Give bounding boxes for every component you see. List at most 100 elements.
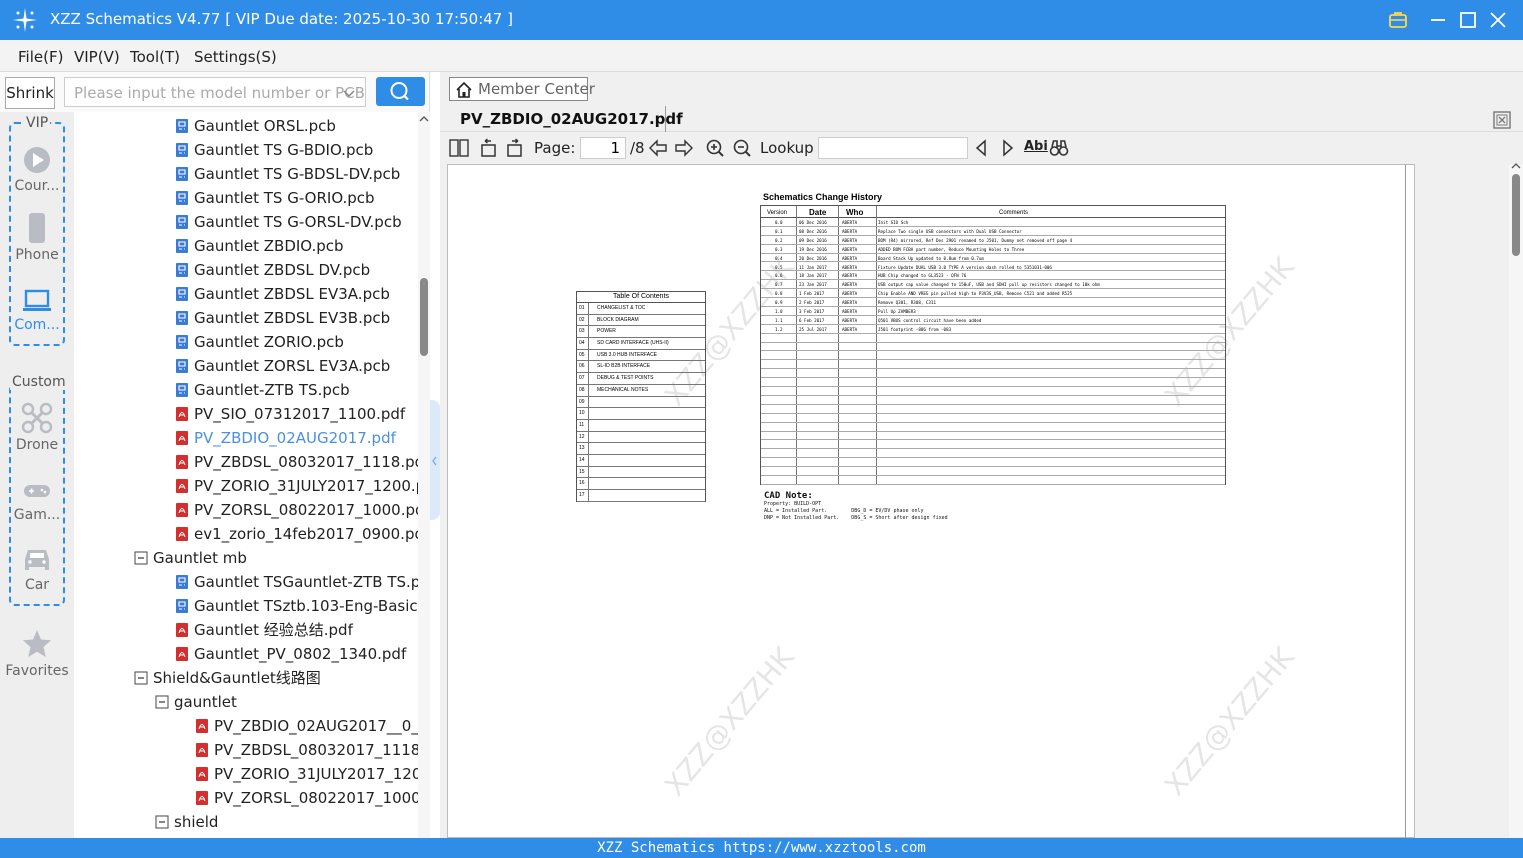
tree-file[interactable]: Gauntlet ORSL.pcb <box>175 114 336 138</box>
search-input[interactable]: Please input the model number or PCB <box>64 77 366 107</box>
category-drone[interactable]: Drone <box>0 402 74 453</box>
collapse-icon[interactable] <box>134 670 148 686</box>
history-row <box>761 467 1225 477</box>
tree-file[interactable]: Gauntlet TS G-BDSL-DV.pcb <box>175 162 400 186</box>
tree-file[interactable]: Gauntlet 经验总结.pdf <box>175 618 353 642</box>
tree-file[interactable]: Gauntlet TSztb.103-Eng-Basic.pcb <box>175 594 418 618</box>
history-cell: ABERTA <box>842 309 858 314</box>
tree-file[interactable]: Gauntlet TS G-ORIO.pcb <box>175 186 375 210</box>
maximize-icon[interactable] <box>1456 8 1480 32</box>
rotate-right-icon[interactable] <box>505 138 525 158</box>
tree-label: PV_ZBDIO_02AUG2017.pdf <box>194 429 396 447</box>
match-case-icon[interactable]: Abi <box>1024 139 1048 154</box>
close-tab-icon[interactable] <box>1493 111 1511 129</box>
tree-file[interactable]: PV_SIO_07312017_1100.pdf <box>175 402 405 426</box>
tree-folder[interactable]: Gauntlet mb <box>134 546 247 570</box>
tree-file[interactable]: PV_ZORIO_31JULY2017_1200.pdf <box>175 474 418 498</box>
tree-file[interactable]: PV_ZORSL_08022017_1000__0_ <box>195 786 418 810</box>
tree-label: shield <box>174 813 219 831</box>
category-courses[interactable]: Cour... <box>0 145 74 194</box>
zoom-out-icon[interactable] <box>732 138 752 158</box>
tree-file[interactable]: PV_ZBDIO_02AUG2017__0_0_0 <box>195 714 418 738</box>
tree-file[interactable]: ev1_zorio_14feb2017_0900.pdf <box>175 522 418 546</box>
panel-splitter[interactable] <box>430 400 440 520</box>
history-row <box>761 441 1225 450</box>
document-tabs: PV_ZBDIO_02AUG2017.pdf <box>440 106 1523 132</box>
tree-file[interactable]: PV_ZBDSL_08032017_1118.pdf <box>175 450 418 474</box>
menu-tool[interactable]: Tool(T) <box>130 48 180 66</box>
category-car[interactable]: Car <box>0 546 74 593</box>
tree-file[interactable]: Gauntlet TS G-ORSL-DV.pcb <box>175 210 402 234</box>
tree-file[interactable]: Gauntlet ZBDSL DV.pcb <box>175 258 370 282</box>
history-row: 0.2 09 Dec 2016 ABERTA BOM (R4) mirrored, R… <box>761 236 1225 245</box>
history-cell: 1.0 <box>775 309 783 314</box>
tree-file[interactable]: Gauntlet ZORSL EV3A.pcb <box>175 354 390 378</box>
tree-folder[interactable]: Shield&Gauntlet线路图 <box>134 666 321 690</box>
laptop-icon <box>23 289 51 311</box>
tree-file[interactable]: Gauntlet ZORIO.pcb <box>175 330 344 354</box>
header-who: Who <box>846 208 864 217</box>
tree-file[interactable]: Gauntlet TSGauntlet-ZTB TS.pcb <box>175 570 418 594</box>
pcb-file-icon <box>176 239 188 253</box>
history-row <box>761 334 1225 343</box>
menu-vip[interactable]: VIP(V) <box>74 48 120 66</box>
menu-settings[interactable]: Settings(S) <box>194 48 277 66</box>
tree-file[interactable]: PV_ZBDSL_08032017_1118__0_ <box>195 738 418 762</box>
tab-document[interactable]: PV_ZBDIO_02AUG2017.pdf <box>450 106 683 132</box>
lookup-input[interactable] <box>818 137 968 159</box>
briefcase-icon[interactable] <box>1386 8 1410 32</box>
toc-number: 17 <box>579 492 585 498</box>
tree-file[interactable]: Gauntlet ZBDSL EV3B.pcb <box>175 306 390 330</box>
history-row <box>761 458 1225 468</box>
close-icon[interactable] <box>1486 8 1510 32</box>
category-phone[interactable]: Phone <box>0 212 74 263</box>
pcb-file-icon <box>176 119 188 133</box>
toc-number: 08 <box>579 386 585 393</box>
toc-entry: BLOCK DIAGRAM <box>597 316 639 323</box>
collapse-icon[interactable] <box>155 814 169 830</box>
collapse-icon[interactable] <box>134 550 148 566</box>
chevron-down-icon[interactable] <box>341 85 357 101</box>
tree-file[interactable]: PV_ZBDIO_02AUG2017.pdf <box>175 426 396 450</box>
scroll-up-icon[interactable] <box>1511 162 1521 170</box>
tree-file[interactable]: PV_ZORIO_31JULY2017_1200__ <box>195 762 418 786</box>
document-viewport[interactable]: XZZ@XZZHK XZZ@XZZHK XZZ@XZZHK XZZ@XZZHK … <box>440 162 1523 839</box>
scrollbar-thumb[interactable] <box>1512 174 1520 256</box>
history-cell: 0.6 <box>775 273 783 279</box>
binoculars-icon[interactable] <box>1049 138 1069 158</box>
tree-file[interactable]: Gauntlet TS G-BDIO.pcb <box>175 138 373 162</box>
tree-label: Gauntlet ZORSL EV3A.pcb <box>194 357 391 375</box>
tree-file[interactable]: PV_ZORSL_08022017_1000.pdf <box>175 498 418 522</box>
category-favorites[interactable]: Favorites <box>0 628 74 679</box>
tree-folder[interactable]: gauntlet <box>155 690 237 714</box>
arrow-right-icon[interactable] <box>674 138 694 158</box>
previous-match-icon[interactable] <box>971 138 991 158</box>
zoom-in-icon[interactable] <box>705 138 725 158</box>
arrow-left-icon[interactable] <box>648 138 668 158</box>
tree-file[interactable]: Gauntlet_PV_0802_1340.pdf <box>175 642 406 666</box>
rotate-left-icon[interactable] <box>478 138 498 158</box>
shrink-button[interactable]: Shrink <box>5 77 55 109</box>
tree-scrollbar[interactable] <box>418 112 430 838</box>
member-center-button[interactable]: Member Center <box>449 77 595 101</box>
toc-number: 06 <box>579 363 585 370</box>
tree-folder[interactable]: shield <box>155 810 218 834</box>
next-match-icon[interactable] <box>998 138 1018 158</box>
category-computer[interactable]: Com... <box>0 288 74 333</box>
tree-label: Gauntlet TSztb.103-Eng-Basic.pcb <box>194 597 418 615</box>
collapse-icon[interactable] <box>155 694 169 710</box>
tree-file[interactable]: Gauntlet-ZTB TS.pcb <box>175 378 350 402</box>
category-label: Car <box>24 577 50 593</box>
scrollbar-thumb[interactable] <box>420 278 428 356</box>
minimize-icon[interactable] <box>1426 8 1450 32</box>
tree-file[interactable]: Gauntlet ZBDSL EV3A.pcb <box>175 282 390 306</box>
category-games[interactable]: Gam... <box>0 478 74 523</box>
viewer-scrollbar[interactable] <box>1509 162 1523 838</box>
scroll-up-icon[interactable] <box>419 115 429 123</box>
tree-file[interactable]: Gauntlet ZBDIO.pcb <box>175 234 344 258</box>
search-button[interactable] <box>376 77 425 106</box>
page-number-input[interactable]: 1 <box>580 137 626 159</box>
two-page-icon[interactable] <box>449 138 469 158</box>
menu-file[interactable]: File(F) <box>18 48 63 66</box>
toc-number: 11 <box>579 421 585 428</box>
